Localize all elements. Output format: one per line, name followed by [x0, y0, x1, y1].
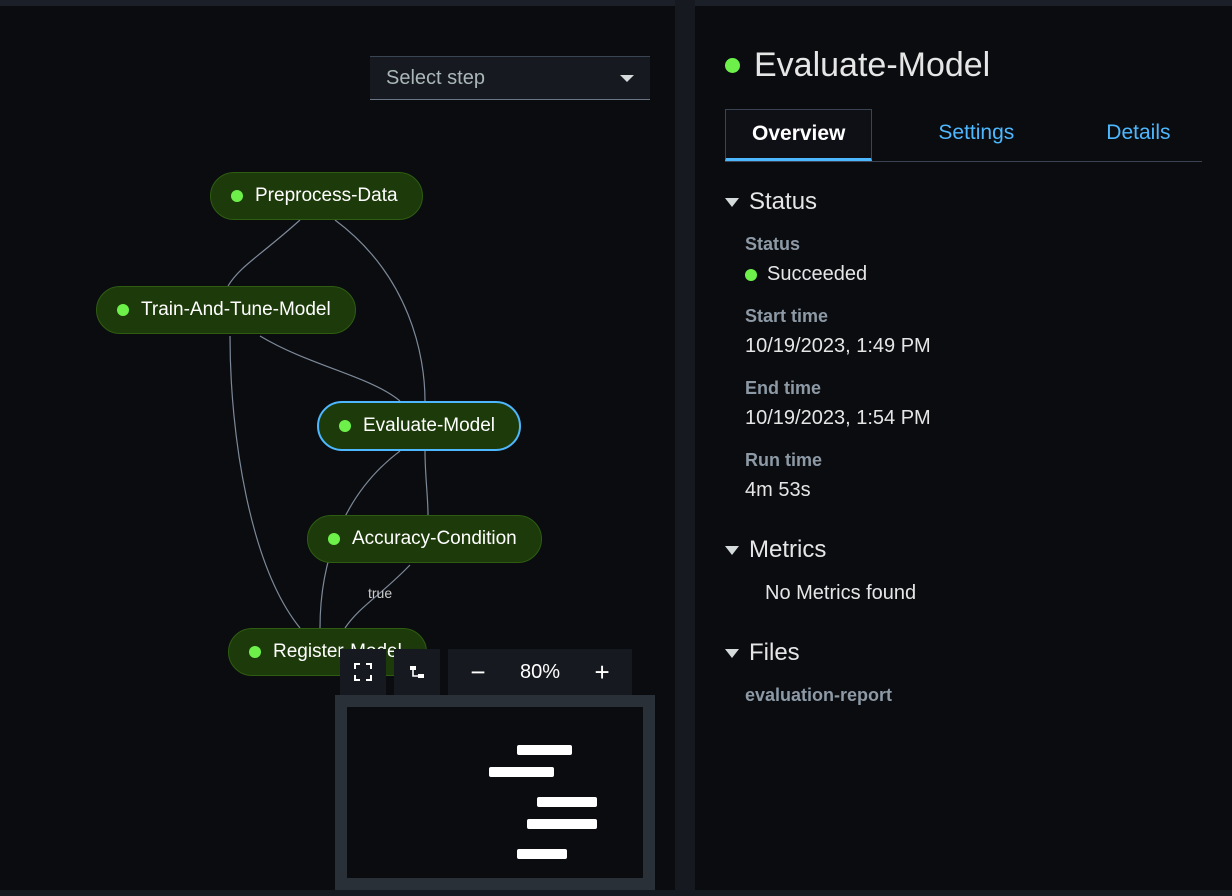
layout-button[interactable]	[394, 649, 440, 695]
edge-label-true: true	[368, 585, 392, 601]
run-time-value: 4m 53s	[745, 479, 1202, 502]
node-accuracy-condition[interactable]: Accuracy-Condition	[307, 515, 542, 563]
tab-details[interactable]: Details	[1080, 109, 1196, 161]
section-title: Files	[749, 639, 800, 667]
section-metrics: Metrics No Metrics found	[725, 536, 1202, 605]
status-dot-icon	[725, 58, 740, 73]
status-dot-icon	[328, 533, 340, 545]
tab-settings[interactable]: Settings	[912, 109, 1040, 161]
node-label: Train-And-Tune-Model	[141, 299, 331, 321]
status-label: Status	[745, 234, 1202, 255]
zoom-controls: − 80% +	[340, 649, 632, 695]
section-status-header[interactable]: Status	[725, 188, 1202, 216]
chevron-down-icon	[620, 75, 634, 82]
tabs: Overview Settings Details	[725, 109, 1202, 162]
select-step-placeholder: Select step	[386, 67, 485, 90]
section-files: Files evaluation-report	[725, 639, 1202, 706]
run-time-label: Run time	[745, 450, 1202, 471]
node-train-and-tune-model[interactable]: Train-And-Tune-Model	[96, 286, 356, 334]
chevron-down-icon	[725, 649, 739, 658]
fit-to-screen-button[interactable]	[340, 649, 386, 695]
section-title: Metrics	[749, 536, 826, 564]
zoom-in-button[interactable]: +	[572, 649, 632, 695]
node-label: Accuracy-Condition	[352, 528, 517, 550]
chevron-down-icon	[725, 546, 739, 555]
node-preprocess-data[interactable]: Preprocess-Data	[210, 172, 423, 220]
status-value: Succeeded	[767, 263, 867, 286]
section-status: Status Status Succeeded Start time 10/19…	[725, 188, 1202, 502]
end-time-value: 10/19/2023, 1:54 PM	[745, 407, 1202, 430]
minimap-view	[347, 707, 643, 878]
minimap[interactable]	[335, 695, 655, 890]
section-files-header[interactable]: Files	[725, 639, 1202, 667]
chevron-down-icon	[725, 198, 739, 207]
select-step-dropdown[interactable]: Select step	[370, 56, 650, 100]
node-label: Preprocess-Data	[255, 185, 398, 207]
zoom-out-button[interactable]: −	[448, 649, 508, 695]
status-dot-icon	[249, 646, 261, 658]
start-time-value: 10/19/2023, 1:49 PM	[745, 335, 1202, 358]
status-dot-icon	[339, 420, 351, 432]
node-evaluate-model[interactable]: Evaluate-Model	[317, 401, 521, 451]
zoom-level: 80%	[508, 649, 572, 695]
metrics-empty: No Metrics found	[765, 582, 1202, 605]
pipeline-graph-panel: Select step Preprocess-Data Train-And-Tu…	[0, 0, 675, 890]
end-time-label: End time	[745, 378, 1202, 399]
status-dot-icon	[745, 269, 757, 281]
section-title: Status	[749, 188, 817, 216]
section-metrics-header[interactable]: Metrics	[725, 536, 1202, 564]
start-time-label: Start time	[745, 306, 1202, 327]
status-dot-icon	[117, 304, 129, 316]
fullscreen-icon	[353, 662, 373, 682]
layout-icon	[407, 662, 427, 682]
panel-title: Evaluate-Model	[725, 46, 1202, 85]
panel-title-text: Evaluate-Model	[754, 46, 990, 85]
node-label: Evaluate-Model	[363, 415, 495, 437]
details-panel: Evaluate-Model Overview Settings Details…	[695, 0, 1232, 890]
tab-overview[interactable]: Overview	[725, 109, 872, 161]
file-evaluation-report: evaluation-report	[745, 685, 1202, 706]
status-dot-icon	[231, 190, 243, 202]
